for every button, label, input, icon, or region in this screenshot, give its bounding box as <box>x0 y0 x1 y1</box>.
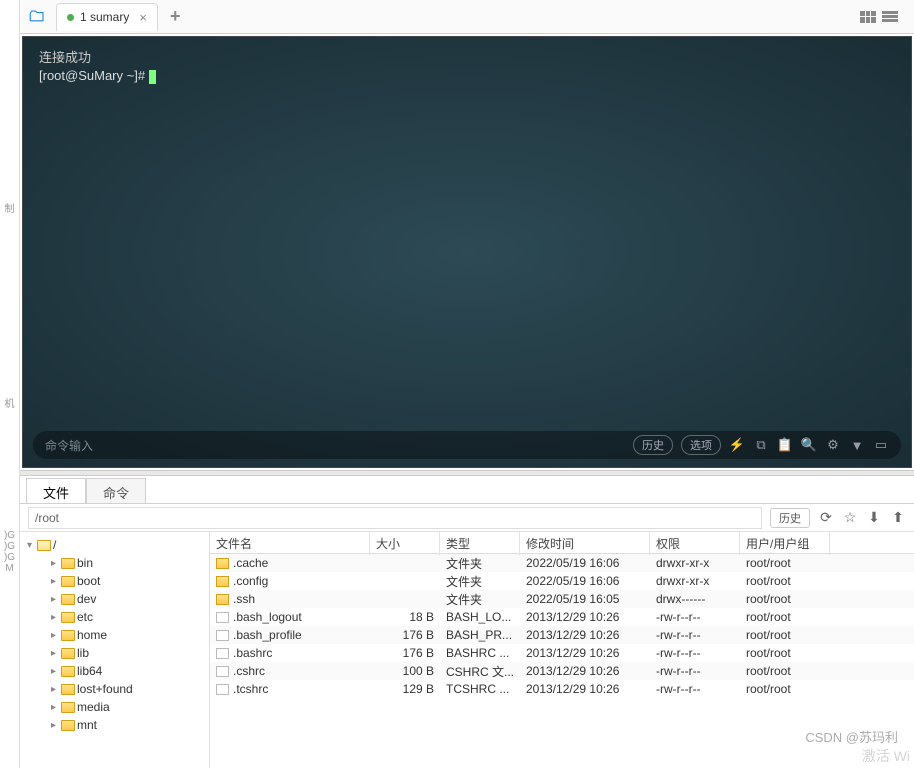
refresh-icon[interactable]: ⟳ <box>818 509 834 526</box>
add-tab-button[interactable]: + <box>170 6 181 27</box>
bottom-tabs: 文件 命令 <box>20 476 914 504</box>
bookmark-icon[interactable]: ☆ <box>842 509 858 526</box>
list-view-icon[interactable] <box>882 11 898 23</box>
folder-tree[interactable]: ▾ / ▸bin▸boot▸dev▸etc▸home▸lib▸lib64▸los… <box>20 532 210 768</box>
folder-icon <box>61 558 75 569</box>
upload-file-icon[interactable]: ⬆ <box>890 509 906 526</box>
fullscreen-icon[interactable]: ▭ <box>873 437 889 453</box>
tab-label: 1 sumary <box>80 10 129 24</box>
path-bar: 历史 ⟳ ☆ ⬇ ⬆ <box>20 504 914 532</box>
path-history-button[interactable]: 历史 <box>770 508 810 528</box>
cursor-icon <box>149 70 156 84</box>
close-tab-icon[interactable]: × <box>139 10 147 25</box>
folder-icon <box>61 648 75 659</box>
file-list-header[interactable]: 文件名 大小 类型 修改时间 权限 用户/用户组 <box>210 532 914 554</box>
col-name[interactable]: 文件名 <box>210 532 370 555</box>
terminal-line: 连接成功 <box>39 49 895 67</box>
tree-item[interactable]: ▸mnt <box>20 716 209 734</box>
folder-icon <box>61 684 75 695</box>
folder-icon <box>37 540 51 551</box>
file-row[interactable]: .bash_logout18 BBASH_LO...2013/12/29 10:… <box>210 608 914 626</box>
bottom-panel: 文件 命令 历史 ⟳ ☆ ⬇ ⬆ ▾ / ▸bin▸boot▸dev▸etc▸h… <box>20 476 914 768</box>
col-owner[interactable]: 用户/用户组 <box>740 532 830 555</box>
tree-item[interactable]: ▸media <box>20 698 209 716</box>
file-row[interactable]: .ssh文件夹2022/05/19 16:05drwx------root/ro… <box>210 590 914 608</box>
tree-item[interactable]: ▸lib <box>20 644 209 662</box>
col-type[interactable]: 类型 <box>440 532 520 555</box>
left-gutter: 制机 )G)G)GM <box>0 0 20 768</box>
history-button[interactable]: 历史 <box>633 435 673 455</box>
col-mtime[interactable]: 修改时间 <box>520 532 650 555</box>
tree-item[interactable]: ▸lib64 <box>20 662 209 680</box>
tab-file[interactable]: 文件 <box>26 478 86 503</box>
download-icon[interactable]: ▼ <box>849 437 865 453</box>
paste-icon[interactable]: 📋 <box>777 437 793 453</box>
terminal-prompt: [root@SuMary ~]# <box>39 67 895 85</box>
file-row[interactable]: .tcshrc129 BTCSHRC ...2013/12/29 10:26-r… <box>210 680 914 698</box>
status-dot-icon <box>67 14 74 21</box>
open-folder-icon[interactable] <box>26 6 48 28</box>
folder-icon <box>61 702 75 713</box>
col-size[interactable]: 大小 <box>370 532 440 555</box>
path-input[interactable] <box>28 507 762 529</box>
folder-icon <box>61 666 75 677</box>
tab-command[interactable]: 命令 <box>86 478 146 503</box>
file-icon <box>216 630 229 641</box>
options-button[interactable]: 选项 <box>681 435 721 455</box>
folder-icon <box>216 576 229 587</box>
command-input[interactable]: 命令输入 <box>45 437 625 454</box>
bolt-icon[interactable]: ⚡ <box>729 437 745 453</box>
tree-item[interactable]: ▸home <box>20 626 209 644</box>
tree-root[interactable]: ▾ / <box>20 536 209 554</box>
tree-item[interactable]: ▸boot <box>20 572 209 590</box>
file-icon <box>216 648 229 659</box>
folder-icon <box>61 720 75 731</box>
file-row[interactable]: .bashrc176 BBASHRC ...2013/12/29 10:26-r… <box>210 644 914 662</box>
file-icon <box>216 612 229 623</box>
tree-item[interactable]: ▸dev <box>20 590 209 608</box>
file-row[interactable]: .config文件夹2022/05/19 16:06drwxr-xr-xroot… <box>210 572 914 590</box>
tree-item[interactable]: ▸bin <box>20 554 209 572</box>
file-icon <box>216 666 229 677</box>
gear-icon[interactable]: ⚙ <box>825 437 841 453</box>
file-row[interactable]: .cache文件夹2022/05/19 16:06drwxr-xr-xroot/… <box>210 554 914 572</box>
file-icon <box>216 684 229 695</box>
col-perm[interactable]: 权限 <box>650 532 740 555</box>
folder-icon <box>61 630 75 641</box>
copy-icon[interactable]: ⧉ <box>753 437 769 453</box>
session-tab[interactable]: 1 sumary × <box>56 3 158 31</box>
terminal-pane[interactable]: 连接成功 [root@SuMary ~]# 命令输入 历史 选项 ⚡ ⧉ 📋 🔍… <box>22 36 912 468</box>
folder-icon <box>216 594 229 605</box>
folder-icon <box>61 612 75 623</box>
tree-item[interactable]: ▸etc <box>20 608 209 626</box>
command-bar: 命令输入 历史 选项 ⚡ ⧉ 📋 🔍 ⚙ ▼ ▭ <box>33 431 901 459</box>
activate-watermark: 激活 Wi <box>862 746 910 766</box>
download-file-icon[interactable]: ⬇ <box>866 509 882 526</box>
file-row[interactable]: .cshrc100 BCSHRC 文...2013/12/29 10:26-rw… <box>210 662 914 680</box>
file-list: 文件名 大小 类型 修改时间 权限 用户/用户组 .cache文件夹2022/0… <box>210 532 914 768</box>
folder-icon <box>61 594 75 605</box>
file-row[interactable]: .bash_profile176 BBASH_PR...2013/12/29 1… <box>210 626 914 644</box>
grid-view-icon[interactable] <box>860 11 876 23</box>
folder-icon <box>216 558 229 569</box>
folder-icon <box>61 576 75 587</box>
search-icon[interactable]: 🔍 <box>801 437 817 453</box>
tab-bar: 1 sumary × + <box>20 0 914 34</box>
tree-item[interactable]: ▸lost+found <box>20 680 209 698</box>
